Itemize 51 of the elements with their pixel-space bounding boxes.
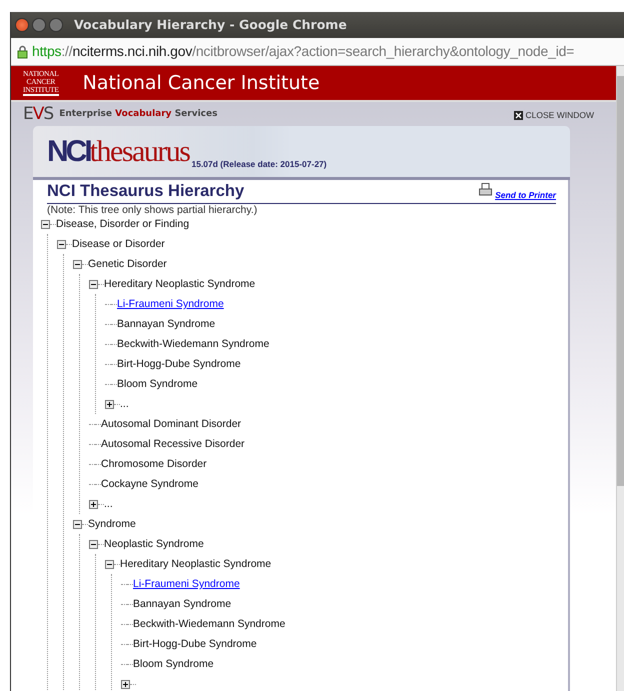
tree-node[interactable]: Bloom Syndrome: [133, 654, 214, 674]
collapse-icon[interactable]: [73, 520, 82, 528]
collapse-icon[interactable]: [105, 560, 114, 568]
expand-icon[interactable]: [89, 500, 98, 508]
send-to-printer-link[interactable]: Send to Printer: [495, 189, 556, 202]
tree-node[interactable]: Genetic Disorder: [88, 254, 167, 274]
lock-icon: [17, 44, 28, 58]
window-title: Vocabulary Hierarchy - Google Chrome: [74, 16, 347, 34]
note-text: (Note: This tree only shows partial hierarchy.): [47, 204, 258, 217]
tree-node[interactable]: Bloom Syndrome: [117, 374, 198, 394]
tree-node[interactable]: Neoplastic Syndrome: [104, 534, 204, 554]
evs-tagline: Enterprise Vocabulary Services: [59, 108, 218, 122]
tree-node[interactable]: Autosomal Recessive Disorder: [101, 434, 245, 454]
tree-node[interactable]: Chromosome Disorder: [101, 454, 207, 474]
release-version: 15.07d (Release date: 2015-07-27): [191, 158, 327, 171]
close-button[interactable]: [15, 18, 29, 32]
tree-node[interactable]: Bannayan Syndrome: [117, 314, 216, 334]
tree-node[interactable]: Cockayne Syndrome: [101, 474, 198, 494]
banner-title: National Cancer Institute: [82, 70, 320, 96]
collapse-icon[interactable]: [89, 540, 98, 548]
page-title: NCI Thesaurus Hierarchy: [47, 182, 244, 202]
collapse-icon[interactable]: [41, 220, 50, 228]
tree-node[interactable]: Bannayan Syndrome: [133, 594, 232, 614]
scrollbar[interactable]: [616, 66, 624, 691]
minimize-button[interactable]: [32, 18, 46, 32]
collapse-icon[interactable]: [57, 240, 66, 248]
tree-node[interactable]: Autosomal Dominant Disorder: [101, 414, 242, 434]
evs-logo: EVS: [23, 103, 54, 126]
collapse-icon[interactable]: [89, 280, 98, 288]
tree-node[interactable]: Disease, Disorder or Finding: [56, 214, 190, 234]
tree-node[interactable]: Syndrome: [88, 514, 136, 534]
thesaurus-logo: NCIthesaurus: [47, 137, 190, 167]
tree-node[interactable]: Birt-Hogg-Dube Syndrome: [117, 354, 241, 374]
tree-node[interactable]: Beckwith-Wiedemann Syndrome: [117, 334, 270, 354]
expand-icon[interactable]: [121, 680, 130, 688]
maximize-button[interactable]: [49, 18, 63, 32]
close-icon: [514, 110, 523, 120]
tree-node-link[interactable]: Li-Fraumeni Syndrome: [133, 574, 240, 594]
tree-node[interactable]: Beckwith-Wiedemann Syndrome: [133, 614, 286, 634]
close-window-link[interactable]: CLOSE WINDOW: [514, 108, 594, 122]
tree-node[interactable]: Hereditary Neoplastic Syndrome: [104, 274, 256, 294]
tree-node[interactable]: Disease or Disorder: [72, 234, 165, 254]
tree-node[interactable]: Birt-Hogg-Dube Syndrome: [133, 634, 257, 654]
tree-node-link[interactable]: Li-Fraumeni Syndrome: [117, 294, 224, 314]
tree-node[interactable]: Hereditary Neoplastic Syndrome: [120, 554, 272, 574]
collapse-icon[interactable]: [73, 260, 82, 268]
tree-node[interactable]: ...: [104, 494, 113, 514]
expand-icon[interactable]: [105, 400, 114, 408]
scrollbar-thumb[interactable]: [617, 76, 624, 486]
tree-node[interactable]: ...: [120, 394, 129, 414]
printer-icon: [479, 183, 492, 196]
